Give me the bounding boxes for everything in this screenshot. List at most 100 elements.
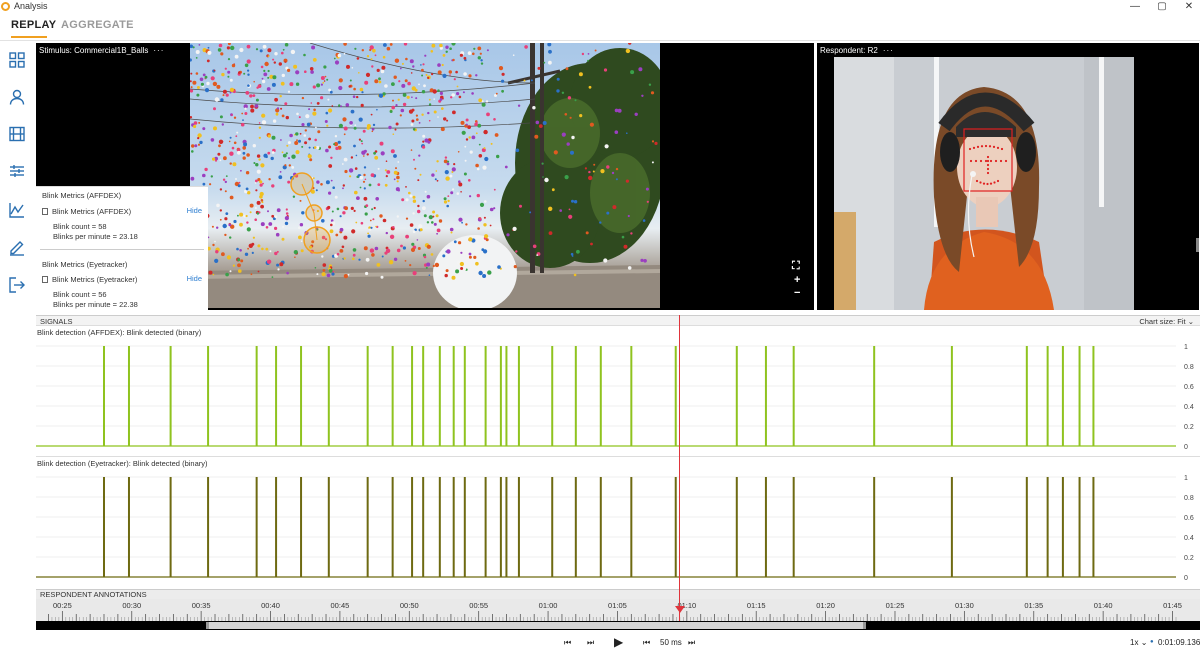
confetti-dot	[469, 150, 473, 154]
confetti-dot	[423, 214, 427, 218]
confetti-dot	[279, 95, 282, 98]
eyetracker-blink-count: Blink count = 56	[53, 290, 107, 299]
chart-size-value[interactable]: Fit	[1177, 317, 1185, 326]
zoom-in-button[interactable]: +	[794, 274, 800, 286]
confetti-dot	[578, 72, 583, 77]
confetti-dot	[224, 180, 227, 184]
playback-speed-select[interactable]: 1x ⌄	[1130, 638, 1147, 647]
confetti-dot	[468, 74, 472, 78]
confetti-dot	[398, 80, 401, 83]
play-button[interactable]: ▶	[614, 635, 623, 649]
confetti-dot	[364, 212, 368, 216]
confetti-dot	[242, 146, 246, 150]
confetti-dot	[290, 49, 296, 55]
confetti-dot	[322, 269, 326, 272]
minimize-button[interactable]: —	[1124, 0, 1146, 14]
confetti-dot	[436, 232, 438, 235]
close-button[interactable]: ✕	[1178, 0, 1200, 14]
confetti-dot	[278, 175, 283, 180]
tab-replay[interactable]: REPLAY	[11, 19, 56, 31]
clock-icon: ●	[1150, 639, 1154, 645]
confetti-dot	[378, 80, 382, 84]
timeline-tick-label: 00:25	[52, 601, 72, 610]
stimulus-menu-button[interactable]: ···	[153, 46, 164, 55]
confetti-dot	[343, 126, 348, 131]
eyetracker-blink-chart[interactable]: 1 0.8 0.6 0.4 0.2 0	[36, 469, 1200, 581]
respondent-menu-button[interactable]: ···	[883, 46, 894, 55]
confetti-dot	[267, 134, 271, 138]
confetti-dot	[627, 214, 630, 218]
confetti-dot	[343, 43, 347, 46]
maximize-button[interactable]: ▢	[1151, 0, 1173, 14]
confetti-dot	[341, 245, 345, 249]
confetti-dot	[221, 123, 224, 126]
confetti-dot	[352, 253, 356, 257]
playhead-line[interactable]	[679, 315, 680, 621]
confetti-dot	[195, 72, 199, 75]
edit-icon[interactable]	[8, 238, 26, 256]
face-landmark	[993, 181, 996, 184]
face-landmark	[986, 167, 990, 171]
face-landmark	[986, 171, 990, 175]
respondent-scroll-handle[interactable]	[1196, 238, 1199, 252]
step-size-value[interactable]: 50 ms	[660, 638, 682, 647]
confetti-dot	[432, 264, 435, 268]
chart-size-control[interactable]: Chart size: Fit ⌄	[1139, 317, 1194, 326]
respondent-pane[interactable]: Respondent: R2 ···	[817, 43, 1199, 310]
skip-forward-button[interactable]: ⏭	[587, 638, 594, 648]
scroll-handle-left[interactable]	[206, 622, 209, 629]
confetti-dot	[544, 177, 549, 183]
timeline-scrollbar[interactable]	[36, 621, 1200, 630]
confetti-dot	[295, 70, 300, 75]
confetti-dot	[272, 75, 277, 80]
affdex-hide-link[interactable]: Hide	[187, 206, 202, 215]
signals-header: SIGNALS Chart size: Fit ⌄	[36, 315, 1200, 326]
confetti-dot	[524, 45, 528, 49]
step-back-button[interactable]: ⏮	[643, 638, 650, 648]
chevron-down-icon[interactable]: ⌄	[1188, 317, 1194, 326]
confetti-dot	[329, 229, 334, 234]
timeline-scroll-window[interactable]	[206, 622, 866, 629]
confetti-dot	[338, 123, 343, 128]
timeline-ruler[interactable]: 00:25 00:30 00:35 00:40 00:45 00:50 00:55 01:00…	[36, 599, 1200, 621]
confetti-dot	[460, 191, 462, 193]
confetti-dot	[299, 199, 302, 202]
confetti-dot	[553, 150, 558, 155]
sliders-icon[interactable]	[8, 162, 26, 180]
skip-to-start-button[interactable]: ⏮	[564, 638, 571, 648]
blink-pulse	[452, 477, 455, 577]
affdex-blink-chart[interactable]: 1 0.8 0.6 0.4 0.2 0	[36, 338, 1200, 450]
confetti-dot	[350, 156, 354, 159]
film-icon[interactable]	[8, 125, 26, 143]
confetti-dot	[221, 72, 225, 77]
confetti-dot	[301, 211, 305, 215]
blink-pulse	[505, 477, 508, 577]
zoom-out-button[interactable]: −	[794, 287, 800, 299]
scroll-handle-right[interactable]	[863, 622, 866, 629]
confetti-dot	[445, 50, 448, 53]
chart-icon[interactable]	[8, 201, 26, 219]
confetti-dot	[339, 215, 342, 218]
confetti-dot	[342, 187, 344, 190]
confetti-dot	[366, 124, 371, 128]
confetti-dot	[279, 171, 282, 173]
confetti-dot	[282, 225, 285, 228]
confetti-dot	[409, 59, 414, 64]
fullscreen-button[interactable]: ⛶	[792, 260, 800, 273]
confetti-dot	[410, 72, 413, 74]
confetti-dot	[363, 173, 366, 177]
confetti-dot	[322, 81, 325, 84]
playhead-handle[interactable]	[675, 606, 685, 613]
blink-pulse	[873, 346, 876, 446]
step-forward-button[interactable]: ⏭	[688, 638, 695, 648]
respondent-annotations-bar[interactable]: RESPONDENT ANNOTATIONS	[36, 589, 1200, 599]
confetti-dot	[376, 263, 381, 267]
exit-icon[interactable]	[8, 276, 26, 294]
confetti-dot	[523, 79, 526, 82]
respondent-icon[interactable]	[8, 88, 26, 106]
confetti-dot	[284, 102, 288, 106]
dashboard-icon[interactable]	[8, 51, 26, 69]
tab-aggregate[interactable]: AGGREGATE	[61, 19, 134, 31]
confetti-dot	[284, 221, 289, 226]
eyetracker-hide-link[interactable]: Hide	[187, 274, 202, 283]
